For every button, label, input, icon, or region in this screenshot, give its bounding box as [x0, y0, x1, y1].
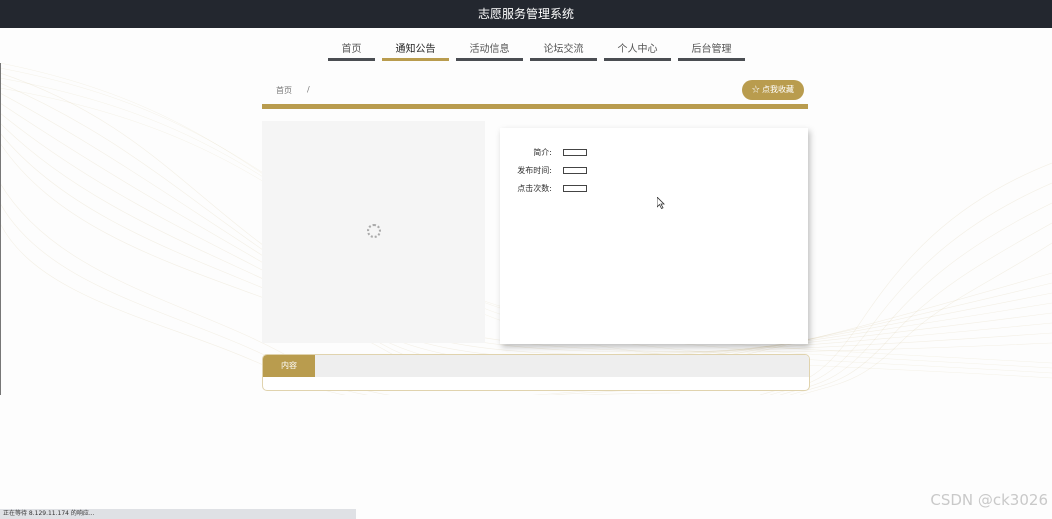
nav-item-home[interactable]: 首页: [328, 36, 375, 61]
nav-item-label: 个人中心: [617, 43, 658, 55]
intro-value: [563, 149, 587, 156]
main-nav: 首页 通知公告 活动信息 论坛交流 个人中心 后台管理: [328, 36, 745, 61]
intro-label: 简介:: [533, 148, 552, 157]
publish-time-label: 发布时间:: [517, 166, 552, 175]
section-divider: [262, 104, 808, 109]
detail-info-card: 简介: 发布时间: 点击次数:: [500, 128, 808, 344]
clicks-label: 点击次数:: [517, 184, 552, 193]
nav-item-label: 活动信息: [469, 43, 510, 55]
clicks-value: [563, 185, 587, 192]
publish-time-value: [563, 167, 587, 174]
favorite-button[interactable]: ☆ 点我收藏: [741, 80, 804, 100]
intro-row: 简介:: [500, 147, 808, 159]
nav-item-notices[interactable]: 通知公告: [382, 36, 449, 61]
loading-spinner-icon: [367, 224, 381, 238]
breadcrumb: 首页 / ☆ 点我收藏: [262, 78, 808, 104]
favorite-button-label: 点我收藏: [762, 85, 794, 94]
publish-time-row: 发布时间:: [500, 165, 808, 177]
breadcrumb-separator: /: [307, 85, 310, 94]
tab-content[interactable]: 内容: [263, 355, 315, 377]
star-outline-icon: ☆: [751, 85, 760, 94]
nav-item-admin[interactable]: 后台管理: [678, 36, 745, 61]
content-section: 内容: [262, 354, 810, 391]
app-header: 志愿服务管理系统: [0, 0, 1052, 28]
nav-item-activities[interactable]: 活动信息: [456, 36, 523, 61]
image-placeholder: [262, 121, 485, 343]
clicks-row: 点击次数:: [500, 183, 808, 195]
app-title: 志愿服务管理系统: [477, 7, 574, 21]
breadcrumb-home[interactable]: 首页: [276, 85, 292, 96]
nav-item-label: 后台管理: [691, 43, 732, 55]
content-tabbar: 内容: [263, 355, 809, 377]
browser-status-bar: 正在等待 8.129.11.174 的响应...: [0, 509, 356, 519]
nav-item-label: 通知公告: [395, 43, 436, 55]
nav-item-label: 论坛交流: [543, 43, 584, 55]
nav-item-forum[interactable]: 论坛交流: [530, 36, 597, 61]
watermark: CSDN @ck3026: [930, 491, 1048, 509]
nav-item-label: 首页: [341, 43, 362, 55]
status-text: 正在等待 8.129.11.174 的响应...: [3, 510, 95, 517]
left-edge-line: [0, 63, 1, 395]
mouse-cursor-icon: [657, 197, 665, 209]
nav-item-profile[interactable]: 个人中心: [604, 36, 671, 61]
